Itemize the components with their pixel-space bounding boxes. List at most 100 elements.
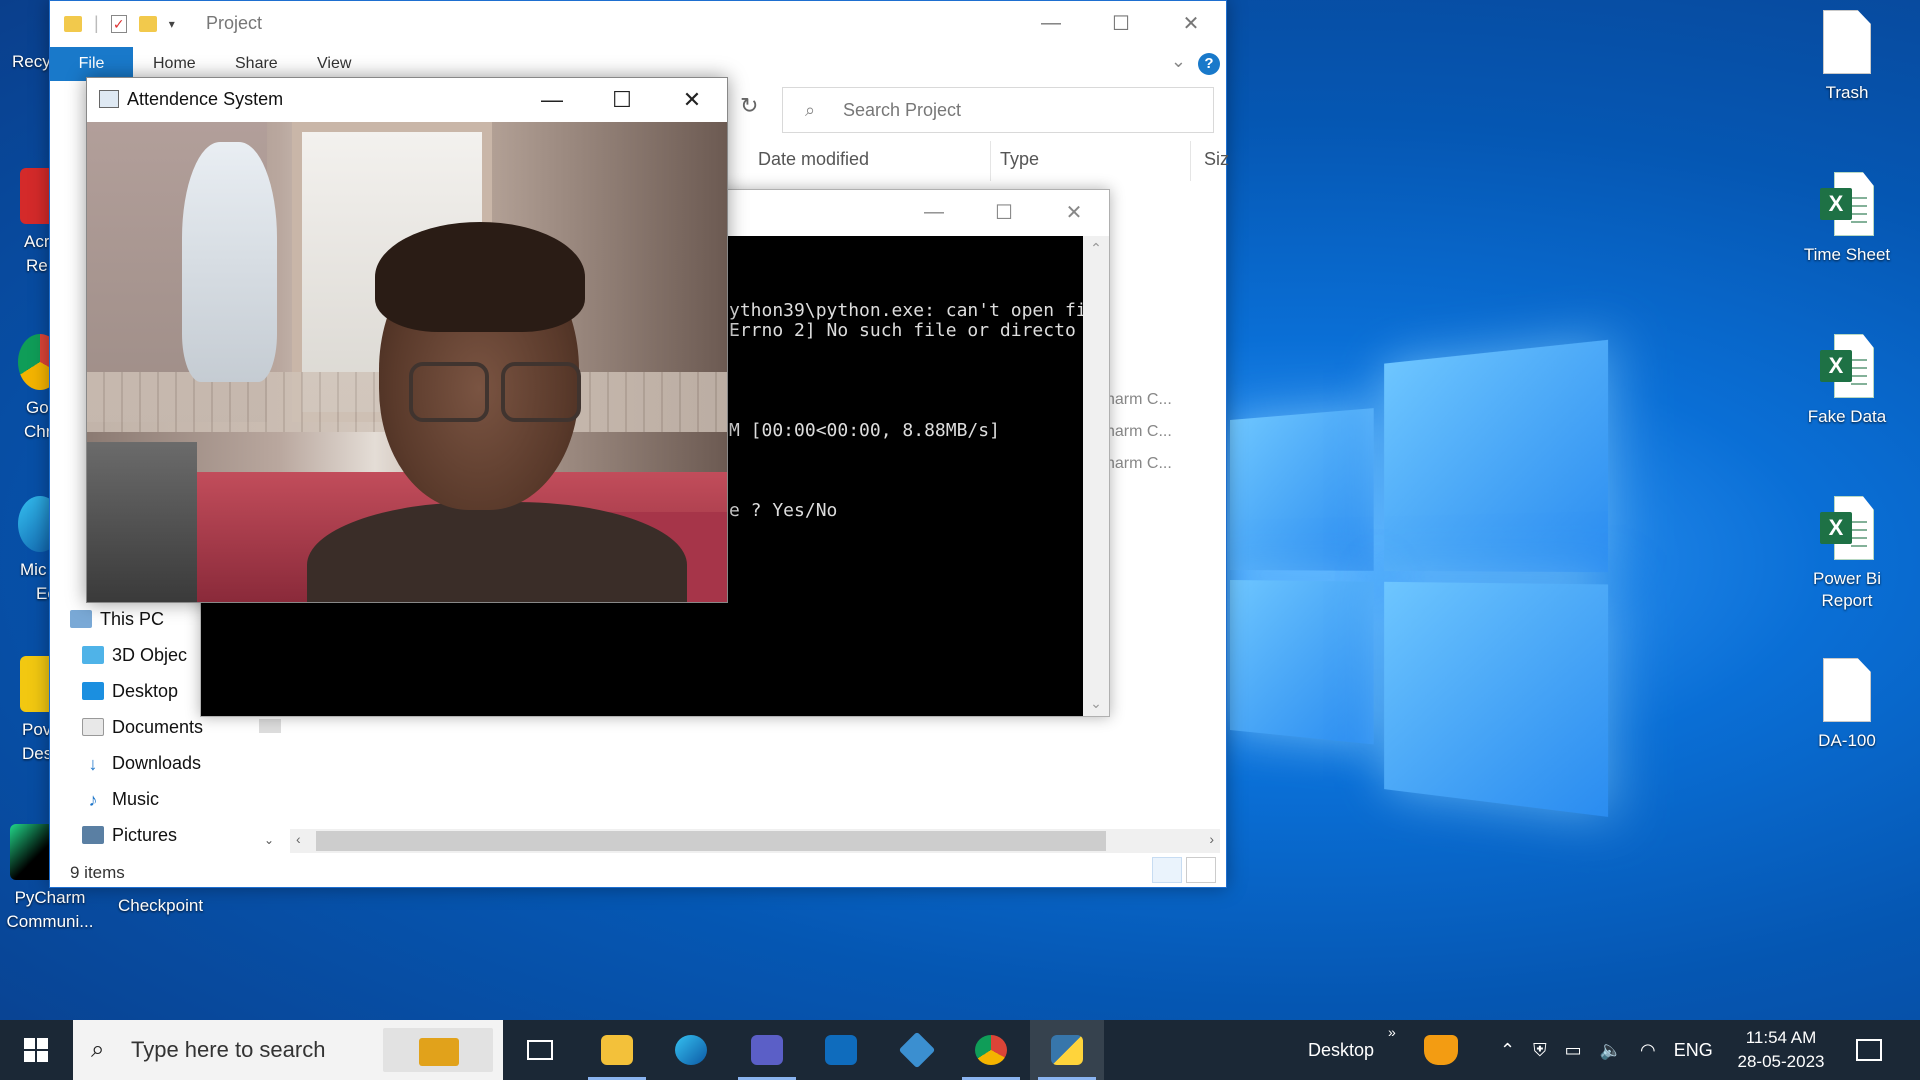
new-folder-icon[interactable] <box>138 15 157 32</box>
nav-label: Music <box>112 788 160 809</box>
start-button[interactable] <box>0 1020 72 1080</box>
desktop-icon-label: Checkpoint <box>118 896 204 915</box>
documents-icon <box>82 718 104 736</box>
column-date-modified[interactable]: Date modified <box>758 149 869 170</box>
nav-item-this-pc[interactable]: This PC <box>70 601 203 637</box>
tab-file[interactable]: File <box>50 47 133 81</box>
desktop-folder-icon <box>82 682 104 700</box>
music-icon: ♪ <box>88 790 98 810</box>
taskbar-search[interactable]: ⌕ Type here to search <box>73 1020 503 1080</box>
desktop-toolbar-label: Desktop <box>1308 1039 1375 1060</box>
properties-icon[interactable]: ✓ <box>110 14 127 33</box>
console-scrollbar[interactable]: ⌃ ⌄ <box>1083 236 1109 716</box>
clock-time: 11:54 AM <box>1745 1028 1817 1047</box>
nav-label: 3D Objec <box>112 644 188 665</box>
explorer-title-bar[interactable]: | ✓ ▾ Project — ☐ ✕ <box>50 1 1226 47</box>
desktop-icon-label: PyCharm Communi... <box>6 888 94 931</box>
edge-icon[interactable] <box>654 1020 728 1080</box>
attendance-camera-window[interactable]: Attendence System — ☐ ✕ <box>86 77 728 603</box>
horizontal-scrollbar[interactable]: ‹ › <box>290 829 1220 853</box>
tray-app-icon[interactable] <box>1424 1020 1458 1080</box>
app-window-icon <box>99 90 119 108</box>
desktop-toolbar[interactable]: Desktop » <box>1308 1020 1396 1080</box>
nav-item-documents[interactable]: Documents <box>70 709 203 745</box>
task-view-icon[interactable] <box>503 1020 577 1080</box>
clock[interactable]: 11:54 AM 28-05-2023 <box>1726 1026 1836 1074</box>
details-view-icon[interactable] <box>1152 857 1182 883</box>
tab-share[interactable]: Share <box>235 47 278 81</box>
volume-icon[interactable]: 🔈 <box>1600 1040 1622 1061</box>
file-explorer-icon[interactable] <box>580 1020 654 1080</box>
desktop-icon-label: Power Bi Report <box>1812 569 1882 610</box>
nav-item-3d-objects[interactable]: 3D Objec <box>70 637 203 673</box>
camera-title-bar[interactable]: Attendence System — ☐ ✕ <box>87 78 727 122</box>
git-icon[interactable] <box>880 1020 954 1080</box>
large-icons-view-icon[interactable] <box>1186 857 1216 883</box>
wifi-icon[interactable]: ◠ <box>1640 1040 1656 1061</box>
desktop-icon-time-sheet[interactable]: X Time Sheet <box>1792 172 1902 266</box>
help-icon[interactable]: ? <box>1198 53 1220 75</box>
console-line: M [00:00<00:00, 8.88MB/s] <box>729 420 1000 441</box>
nav-item-music[interactable]: ♪ Music <box>70 781 203 817</box>
outlook-icon[interactable] <box>804 1020 878 1080</box>
close-button[interactable]: ✕ <box>657 78 727 122</box>
windows-logo-wallpaper <box>1230 339 1609 817</box>
scroll-left-icon[interactable]: ‹ <box>296 831 301 847</box>
maximize-button[interactable]: ☐ <box>587 78 657 122</box>
desktop-icon-power-bi-report[interactable]: X Power Bi Report <box>1792 496 1902 612</box>
desktop-icon-fake-data[interactable]: X Fake Data <box>1792 334 1902 428</box>
minimize-button[interactable]: — <box>899 190 969 234</box>
scroll-right-icon[interactable]: › <box>1209 831 1214 847</box>
desktop-icon-recycle-bin[interactable]: Recy <box>0 50 51 74</box>
search-icon: ⌕ <box>91 1036 105 1063</box>
nav-item-desktop[interactable]: Desktop <box>70 673 203 709</box>
notifications-icon[interactable] <box>1856 1020 1882 1080</box>
column-type[interactable]: Type <box>1000 149 1039 170</box>
search-input[interactable]: ⌕ Search Project <box>782 87 1214 133</box>
excel-file-icon: X <box>1820 334 1874 398</box>
tab-view[interactable]: View <box>317 47 351 81</box>
ribbon-tabs: File Home Share View ⌄ ? <box>50 47 1226 81</box>
nav-label: Desktop <box>112 680 179 701</box>
nav-item-downloads[interactable]: ↓ Downloads <box>70 745 203 781</box>
excel-file-icon: X <box>1820 496 1874 560</box>
show-hidden-icons-icon[interactable]: ⌃ <box>1500 1040 1515 1061</box>
window-title: Attendence System <box>127 89 284 109</box>
column-size[interactable]: Siz <box>1204 149 1229 170</box>
teams-icon[interactable] <box>730 1020 804 1080</box>
maximize-button[interactable]: ☐ <box>969 190 1039 234</box>
desktop-icon-da-100[interactable]: DA-100 <box>1792 658 1902 752</box>
language-indicator[interactable]: ENG <box>1674 1040 1713 1061</box>
navigation-pane: This PC 3D Objec Desktop Documents ↓ Dow… <box>70 601 203 853</box>
desktop-icon-trash[interactable]: Trash <box>1792 10 1902 104</box>
python-icon[interactable] <box>1030 1020 1104 1080</box>
tab-home[interactable]: Home <box>153 47 196 81</box>
clock-date: 28-05-2023 <box>1737 1052 1825 1071</box>
webcam-feed <box>87 122 727 602</box>
security-shield-icon[interactable]: ⛨ <box>1533 1040 1547 1061</box>
expand-ribbon-icon[interactable]: ⌄ <box>1171 51 1186 72</box>
customize-dropdown-icon[interactable]: ▾ <box>169 17 175 31</box>
status-item-count: 9 items <box>70 863 125 882</box>
maximize-button[interactable]: ☐ <box>1086 1 1156 45</box>
scroll-thumb[interactable] <box>316 831 1106 851</box>
folder-icon[interactable] <box>64 15 82 32</box>
pycharm-icon <box>10 824 54 880</box>
nav-item-pictures[interactable]: Pictures <box>70 817 203 853</box>
minimize-button[interactable]: — <box>517 78 587 122</box>
refresh-icon[interactable]: ↻ <box>740 93 758 119</box>
close-button[interactable]: ✕ <box>1039 190 1109 234</box>
excel-file-icon: X <box>1820 172 1874 236</box>
desktop-icon-checkpoint[interactable]: Checkpoint <box>118 894 203 918</box>
close-button[interactable]: ✕ <box>1156 1 1226 45</box>
minimize-button[interactable]: — <box>1016 1 1086 45</box>
battery-icon[interactable]: ▭ <box>1565 1040 1582 1061</box>
search-highlight-icon[interactable] <box>383 1028 493 1072</box>
desktop-icon-label: Trash <box>1825 83 1869 102</box>
chrome-icon[interactable] <box>954 1020 1028 1080</box>
console-line: Errno 2] No such file or directo <box>729 320 1076 341</box>
file-type-cell: harm C... <box>1106 423 1172 440</box>
document-icon <box>1823 10 1871 74</box>
toolbar-overflow-icon[interactable]: » <box>1388 1024 1396 1040</box>
separator: | <box>94 13 99 33</box>
